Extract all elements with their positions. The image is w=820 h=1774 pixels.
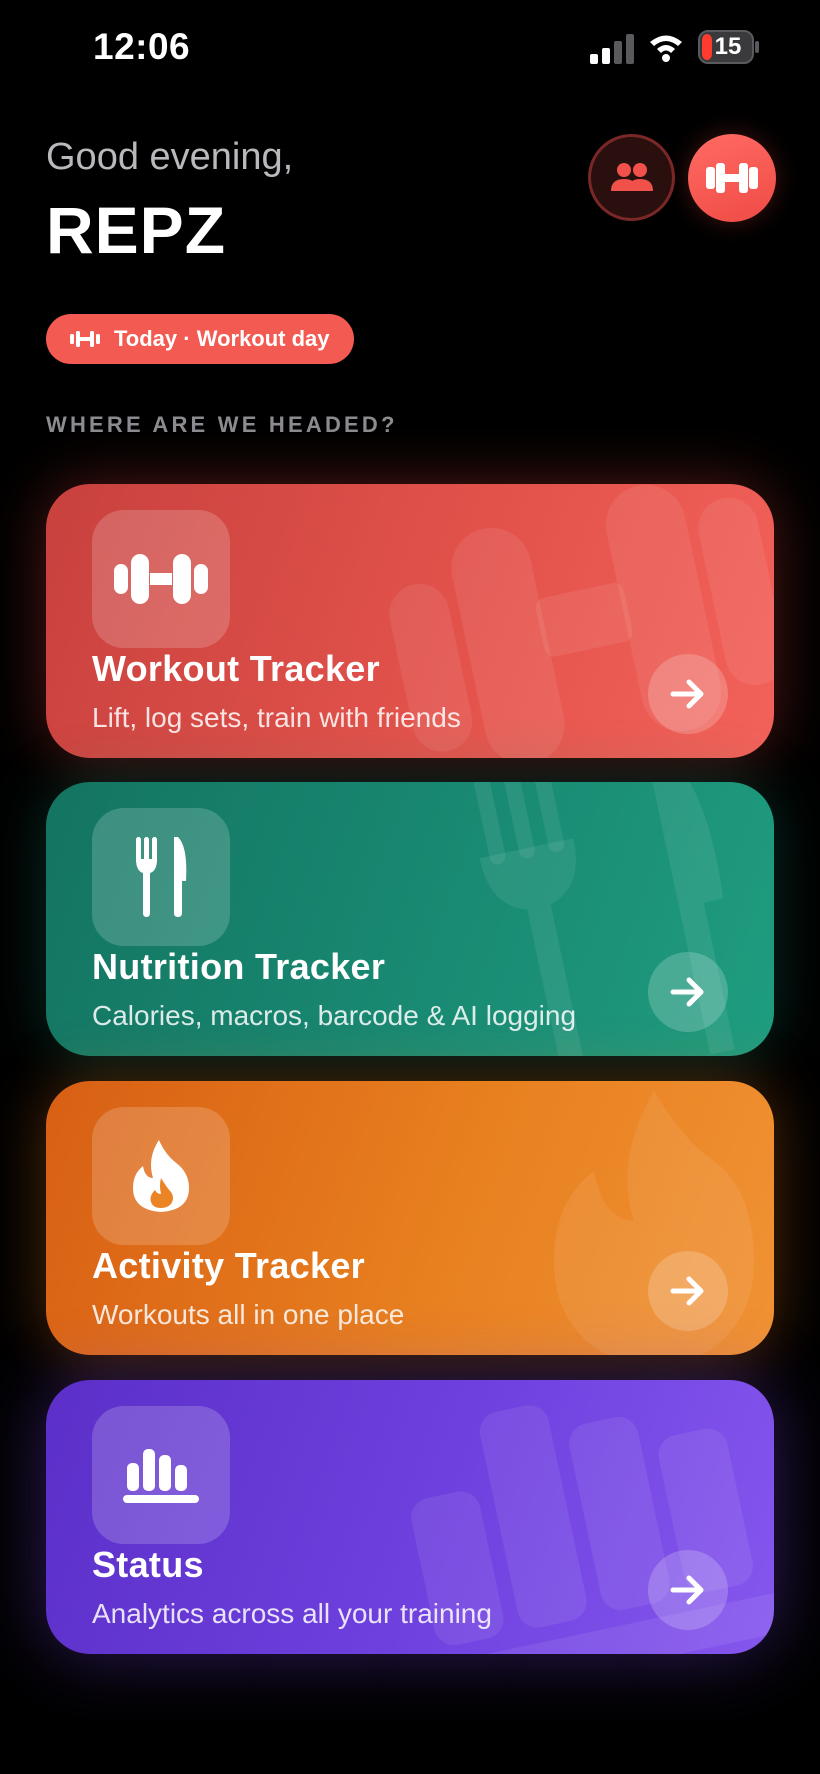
workout-open-button[interactable] xyxy=(648,654,728,734)
status-icon-tile xyxy=(92,1406,230,1544)
card-subtitle: Workouts all in one place xyxy=(92,1299,405,1330)
app-title: REPZ xyxy=(46,193,227,267)
today-workout-badge[interactable]: Today · Workout day xyxy=(46,314,354,364)
people-icon xyxy=(610,162,653,191)
card-subtitle: Analytics across all your training xyxy=(92,1598,492,1629)
status-open-button[interactable] xyxy=(648,1550,728,1630)
activity-open-button[interactable] xyxy=(648,1251,728,1331)
workout-icon-tile xyxy=(92,510,230,648)
card-subtitle: Lift, log sets, train with friends xyxy=(92,702,461,733)
fork-knife-icon xyxy=(136,837,187,917)
dumbbell-icon xyxy=(70,331,100,347)
section-heading: WHERE ARE WE HEADED? xyxy=(46,412,398,437)
today-pill-label: Today · Workout day xyxy=(114,326,330,351)
status-card[interactable]: Status Analytics across all your trainin… xyxy=(46,1380,774,1654)
battery-indicator: 15 xyxy=(698,30,760,64)
dumbbell-icon xyxy=(706,163,758,193)
status-time: 12:06 xyxy=(93,26,191,67)
card-subtitle: Calories, macros, barcode & AI logging xyxy=(92,1000,577,1031)
flame-icon xyxy=(133,1140,189,1212)
bar-chart-icon xyxy=(123,1449,199,1503)
arrow-right-icon xyxy=(670,977,704,1007)
battery-level: 15 xyxy=(714,33,742,60)
nutrition-open-button[interactable] xyxy=(648,952,728,1032)
gym-button[interactable] xyxy=(688,134,776,222)
activity-tracker-card[interactable]: Activity Tracker Workouts all in one pla… xyxy=(46,1081,774,1355)
friends-button[interactable] xyxy=(588,134,675,221)
greeting-text: Good evening, xyxy=(46,136,294,178)
wifi-icon xyxy=(650,35,682,62)
card-title: Status xyxy=(92,1544,204,1585)
arrow-right-icon xyxy=(670,1575,704,1605)
activity-icon-tile xyxy=(92,1107,230,1245)
nutrition-icon-tile xyxy=(92,808,230,946)
arrow-right-icon xyxy=(670,679,704,709)
nutrition-tracker-card[interactable]: Nutrition Tracker Calories, macros, barc… xyxy=(46,782,774,1056)
arrow-right-icon xyxy=(670,1276,704,1306)
dumbbell-icon xyxy=(114,554,208,604)
card-title: Workout Tracker xyxy=(92,648,380,689)
card-title: Activity Tracker xyxy=(92,1245,365,1286)
cellular-signal-icon xyxy=(590,34,634,64)
card-title: Nutrition Tracker xyxy=(92,946,386,987)
workout-tracker-card[interactable]: Workout Tracker Lift, log sets, train wi… xyxy=(46,484,774,758)
